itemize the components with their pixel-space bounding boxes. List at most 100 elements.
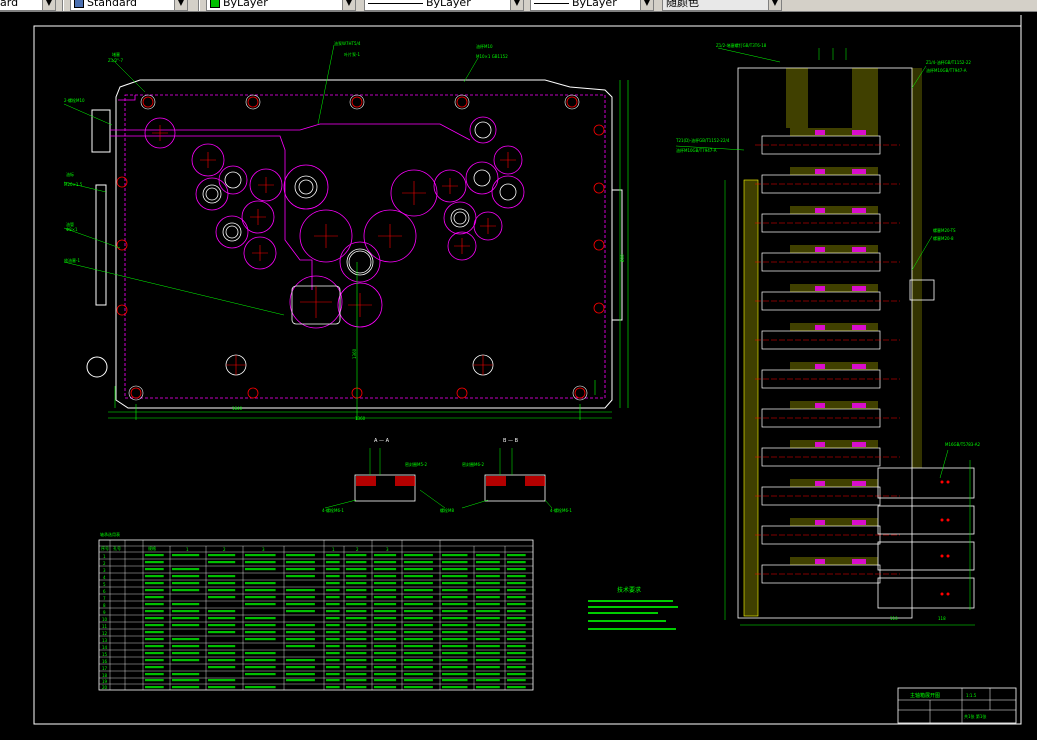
gear-tooth	[815, 403, 825, 408]
dim-style-combo[interactable]: Standard ▼	[70, 0, 188, 11]
table-cell	[326, 554, 340, 557]
table-cell	[507, 673, 526, 676]
plot-style-combo[interactable]: 随颜色 ▼	[662, 0, 782, 11]
table-cell	[326, 582, 340, 585]
gear-tooth	[852, 403, 866, 408]
gear-tooth	[852, 481, 866, 486]
chevron-down-icon[interactable]: ▼	[342, 0, 355, 10]
svg-text:Z1/4-油杯GB/T1152-22: Z1/4-油杯GB/T1152-22	[926, 59, 971, 65]
oil-pipe-branch	[110, 135, 313, 290]
table-cell	[476, 554, 500, 557]
table-cell	[476, 659, 500, 662]
table-cell	[208, 624, 236, 627]
table-cell	[208, 596, 236, 599]
table-cell	[374, 666, 397, 669]
left-flange	[91, 109, 111, 153]
table-cell	[245, 617, 276, 620]
table-cell	[374, 686, 397, 689]
parts-table: 轴承选用表 序号 孔号 规格 1 2 3 1 2 3 1 2 3 4 5 6 7…	[98, 531, 534, 691]
svg-text:14: 14	[102, 645, 108, 650]
properties-toolbar: ard ▼ Standard ▼ ByLayer ▼ ByLayer ▼ ByL…	[0, 0, 1037, 12]
svg-text:M20×1.5: M20×1.5	[64, 182, 83, 187]
table-cell	[476, 673, 500, 676]
lineweight-combo[interactable]: ByLayer ▼	[530, 0, 654, 11]
table-cell	[404, 666, 433, 669]
section-views: A — A B — B 4-螺栓M6-1 螺栓M8 4-螺栓M6-1 密封圈M5-…	[322, 438, 572, 513]
svg-text:20: 20	[102, 685, 108, 690]
table-cell	[172, 659, 200, 662]
table-cell	[374, 638, 397, 641]
table-cell	[507, 561, 526, 564]
oil-pipe	[110, 123, 471, 141]
table-cell	[442, 589, 468, 592]
table-cell	[326, 617, 340, 620]
table-cell	[145, 568, 164, 571]
table-cell	[145, 589, 164, 592]
spindle-bores	[202, 121, 517, 376]
linetype-combo[interactable]: ByLayer ▼	[364, 0, 524, 11]
table-cell	[442, 652, 468, 655]
table-cell	[476, 652, 500, 655]
svg-text:2: 2	[223, 547, 226, 552]
table-cell	[326, 645, 340, 648]
drawing-canvas[interactable]: 1640 1360 800 1360 堵塞 Z1/2"-7 2-螺栓M10 油标 M2…	[0, 12, 1037, 736]
svg-text:13: 13	[102, 638, 108, 643]
svg-text:1: 1	[103, 554, 106, 559]
table-cell	[326, 686, 340, 689]
table-cell	[476, 582, 500, 585]
color-combo[interactable]: ByLayer ▼	[206, 0, 356, 11]
svg-text:8: 8	[103, 603, 106, 608]
table-cell	[286, 638, 315, 641]
bolt-holes	[116, 96, 605, 399]
table-cell	[245, 561, 276, 564]
chevron-down-icon[interactable]: ▼	[174, 0, 187, 10]
table-cell	[374, 561, 397, 564]
table-cell	[404, 561, 433, 564]
leaders	[63, 44, 479, 316]
svg-text:2-螺栓M10: 2-螺栓M10	[64, 97, 85, 103]
chevron-down-icon[interactable]: ▼	[768, 0, 781, 10]
table-cell	[374, 659, 397, 662]
chevron-down-icon[interactable]: ▼	[42, 0, 55, 10]
table-cell	[404, 617, 433, 620]
table-cell	[326, 679, 340, 682]
table-cell	[374, 631, 397, 634]
table-cell	[346, 638, 367, 641]
table-cell	[172, 582, 200, 585]
table-cell	[374, 679, 397, 682]
table-cell	[245, 589, 276, 592]
table-cell	[172, 554, 200, 557]
unfolded-section: Z1/2-堵塞螺钉GB/T3T6-18 Z1/4-油杯GB/T1152-22 油杯…	[675, 42, 980, 626]
table-cell	[507, 645, 526, 648]
svg-text:1640: 1640	[232, 406, 243, 411]
svg-text:技术要求: 技术要求	[617, 586, 641, 594]
table-cell	[507, 679, 526, 682]
table-cell	[507, 652, 526, 655]
table-cell	[346, 575, 367, 578]
svg-text:3: 3	[262, 547, 265, 552]
table-cell	[208, 659, 236, 662]
gears	[144, 116, 525, 329]
table-cell	[374, 568, 397, 571]
table-cell	[286, 554, 315, 557]
gear-tooth	[852, 520, 866, 525]
svg-text:18: 18	[102, 673, 108, 678]
table-cell	[172, 638, 200, 641]
table-cell	[286, 673, 315, 676]
dimension-text: 1640 1360 800 1360	[232, 254, 625, 421]
table-cell	[507, 554, 526, 557]
table-cell	[404, 679, 433, 682]
chevron-down-icon[interactable]: ▼	[510, 0, 523, 10]
text-style-combo[interactable]: ard ▼	[0, 0, 56, 11]
gear-tooth	[815, 481, 825, 486]
table-cell	[145, 603, 164, 606]
table-cell	[442, 624, 468, 627]
chevron-down-icon[interactable]: ▼	[640, 0, 653, 10]
table-cell	[346, 554, 367, 557]
svg-text:10: 10	[102, 617, 108, 622]
svg-text:3: 3	[386, 547, 389, 552]
table-cell	[346, 561, 367, 564]
svg-text:轴承选用表: 轴承选用表	[100, 531, 120, 537]
table-cell	[326, 624, 340, 627]
svg-text:Z1/2"-7: Z1/2"-7	[108, 58, 123, 63]
